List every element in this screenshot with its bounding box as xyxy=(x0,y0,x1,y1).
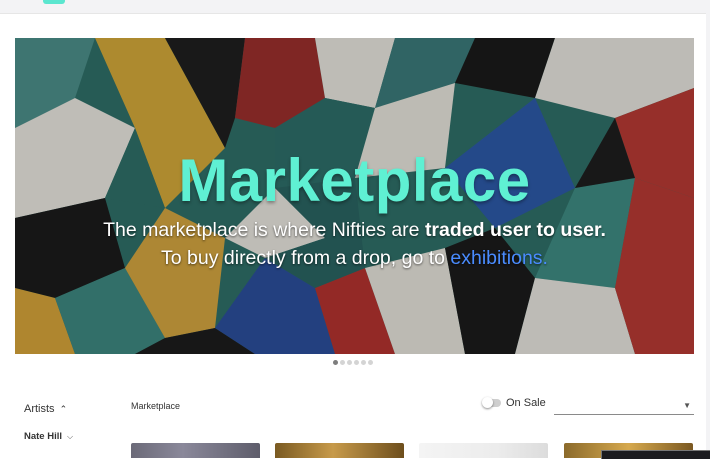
hero-drop-note-text: To buy directly from a drop, go to xyxy=(161,247,451,269)
carousel-dot[interactable] xyxy=(361,360,366,365)
carousel-dot[interactable] xyxy=(340,360,345,365)
hero-drop-note: To buy directly from a drop, go to exhib… xyxy=(15,247,694,270)
hero-description: The marketplace is where Nifties are tra… xyxy=(15,219,694,242)
breadcrumb: Marketplace xyxy=(131,401,181,411)
hero-description-text: The marketplace is where Nifties are xyxy=(103,219,425,241)
chevron-up-icon: ⌃ xyxy=(59,403,68,414)
exhibitions-link[interactable]: exhibitions. xyxy=(450,247,548,269)
artist-name: Nate Hill xyxy=(24,431,63,442)
site-logo[interactable] xyxy=(43,0,65,4)
carousel-dot[interactable] xyxy=(347,360,352,365)
toggle-knob xyxy=(482,397,493,408)
carousel-dot[interactable] xyxy=(354,360,359,365)
hero-banner: Marketplace The marketplace is where Nif… xyxy=(15,38,694,354)
artists-filter-label: Artists xyxy=(24,403,55,415)
hero-title: Marketplace xyxy=(178,147,531,214)
nifty-card[interactable] xyxy=(131,443,260,458)
carousel-dot[interactable] xyxy=(368,360,373,365)
artists-filter-toggle[interactable]: Artists ⌃ xyxy=(24,403,67,415)
carousel-dot[interactable] xyxy=(333,360,338,365)
artist-filter-item[interactable]: Nate Hill ⌵ xyxy=(24,431,73,442)
on-sale-toggle[interactable] xyxy=(482,397,501,408)
chevron-down-icon: ⌵ xyxy=(67,431,74,441)
on-sale-label: On Sale xyxy=(506,397,546,409)
carousel-indicators xyxy=(333,360,373,365)
top-navigation-bar xyxy=(0,0,710,458)
nifty-card[interactable] xyxy=(275,443,404,458)
hero-description-emphasis: traded user to user. xyxy=(424,219,606,241)
sort-dropdown[interactable]: ▼ xyxy=(554,395,694,415)
dropdown-arrow-icon: ▼ xyxy=(683,401,691,410)
nifty-card[interactable] xyxy=(419,443,548,458)
scrollbar-track[interactable] xyxy=(706,0,710,458)
on-sale-filter[interactable]: On Sale xyxy=(482,397,546,409)
